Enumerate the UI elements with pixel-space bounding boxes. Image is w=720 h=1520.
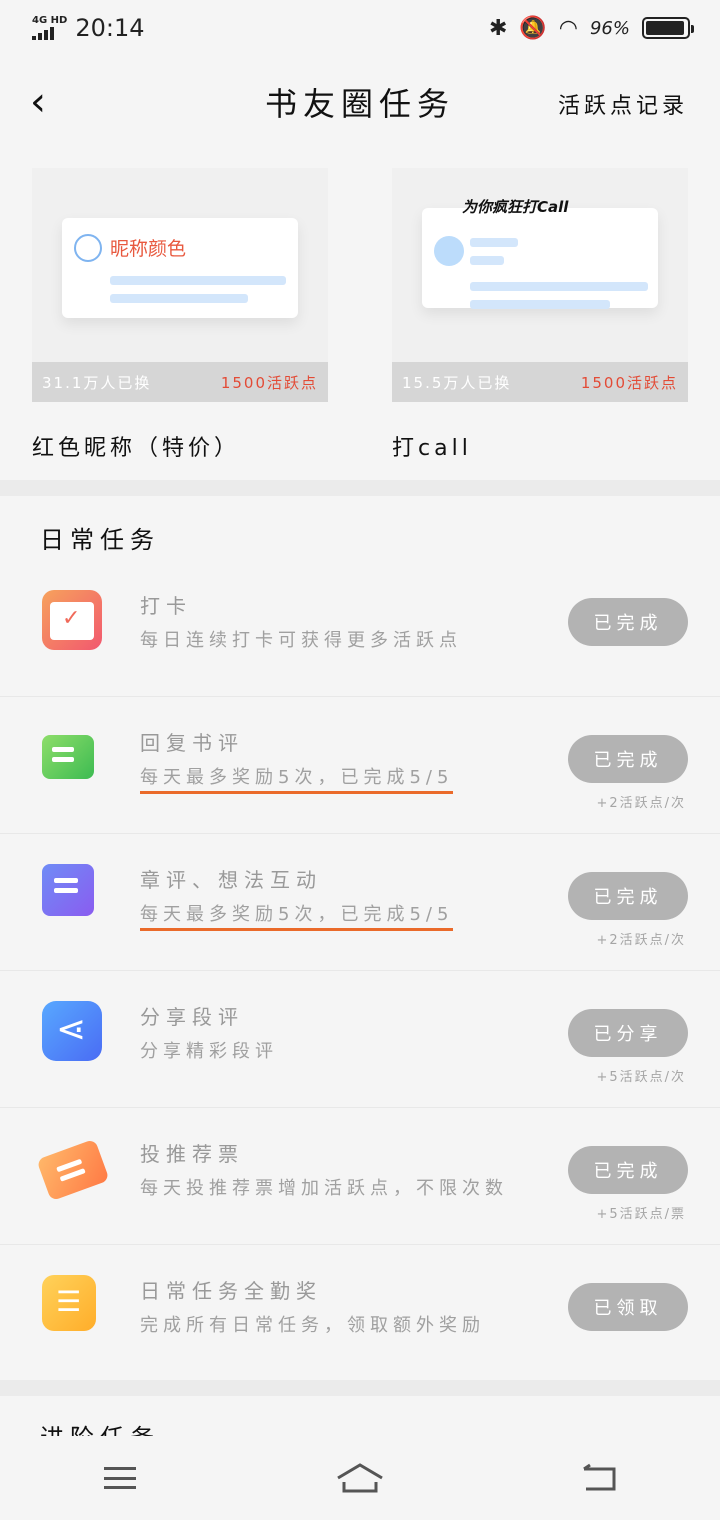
preview-nickname: 昵称颜色: [110, 238, 187, 260]
task-name: 投推荐票: [140, 1142, 244, 1166]
task-desc: 每日连续打卡可获得更多活跃点: [140, 630, 462, 651]
task-desc: 分享精彩段评: [140, 1041, 278, 1062]
reward-name: 打call: [392, 436, 472, 461]
status-bar: 4G HD 20:14 ✱ 🔕 ◠ 96%: [0, 0, 720, 56]
reward-preview: 昵称颜色 31.1万人已换 1500活跃点: [32, 168, 328, 402]
chat-icon: [42, 735, 94, 779]
network-indicator: 4G HD: [32, 16, 67, 40]
task-name: 日常任务全勤奖: [140, 1279, 322, 1303]
menu-icon: [104, 1467, 136, 1489]
return-icon: [583, 1463, 616, 1491]
task-bonus: +5活跃点/次: [596, 1070, 686, 1085]
task-status-button[interactable]: 已完成: [568, 872, 688, 920]
signal-icon: [32, 26, 67, 40]
task-checkin: 打卡 每日连续打卡可获得更多活跃点 已完成: [0, 560, 720, 697]
task-desc: 完成所有日常任务，领取额外奖励: [140, 1315, 485, 1336]
reward-list: 昵称颜色 31.1万人已换 1500活跃点 红色昵称（特价） 为你疯狂打Call…: [0, 144, 720, 480]
task-bonus: +2活跃点/次: [596, 933, 686, 948]
battery-percent: 96%: [589, 17, 630, 39]
divider: [0, 480, 720, 496]
task-status-button[interactable]: 已分享: [568, 1009, 688, 1057]
exchange-count: 15.5万人已换: [402, 373, 512, 392]
task-name: 回复书评: [140, 731, 244, 755]
task-desc: 每天最多奖励5次，已完成5/5: [140, 900, 454, 931]
home-icon: [337, 1463, 383, 1493]
task-reply-review: 回复书评 每天最多奖励5次，已完成5/5 已完成 +2活跃点/次: [0, 697, 720, 834]
preview-call-text: 为你疯狂打Call: [462, 198, 569, 216]
reward-card-red-nickname[interactable]: 昵称颜色 31.1万人已换 1500活跃点 红色昵称（特价）: [32, 168, 328, 462]
reward-preview: 为你疯狂打Call 15.5万人已换 1500活跃点: [392, 168, 688, 402]
task-share-comment: 分享段评 分享精彩段评 已分享 +5活跃点/次: [0, 971, 720, 1108]
divider: [0, 1380, 720, 1396]
task-status-button[interactable]: 已完成: [568, 1146, 688, 1194]
document-icon: [42, 864, 94, 916]
avatar-icon: [74, 234, 102, 262]
home-button[interactable]: [330, 1458, 390, 1498]
task-full-attendance: 日常任务全勤奖 完成所有日常任务，领取额外奖励 已领取: [0, 1245, 720, 1382]
menu-button[interactable]: [90, 1458, 150, 1498]
activity-record-link[interactable]: 活跃点记录: [558, 88, 688, 120]
reward-card-call[interactable]: 为你疯狂打Call 15.5万人已换 1500活跃点 打call: [392, 168, 688, 462]
mute-bell-icon: 🔕: [519, 15, 547, 41]
page-title: 书友圈任务: [264, 85, 455, 123]
header: ‹ 书友圈任务 活跃点记录: [0, 60, 720, 144]
list-icon: [42, 1275, 96, 1331]
points-cost: 1500活跃点: [580, 373, 678, 392]
section-title: 日常任务: [40, 526, 160, 554]
task-status-button[interactable]: 已完成: [568, 735, 688, 783]
task-desc: 每天投推荐票增加活跃点，不限次数: [140, 1178, 508, 1199]
reward-name: 红色昵称（特价）: [32, 436, 241, 461]
return-button[interactable]: [570, 1458, 630, 1498]
share-icon: [42, 1001, 102, 1061]
task-recommend-vote: 投推荐票 每天投推荐票增加活跃点，不限次数 已完成 +5活跃点/票: [0, 1108, 720, 1245]
battery-icon: [642, 17, 694, 39]
task-status-button[interactable]: 已领取: [568, 1283, 688, 1331]
task-bonus: +2活跃点/次: [596, 796, 686, 811]
task-comment-interact: 章评、想法互动 每天最多奖励5次，已完成5/5 已完成 +2活跃点/次: [0, 834, 720, 971]
bluetooth-icon: ✱: [488, 15, 508, 41]
points-cost: 1500活跃点: [220, 373, 318, 392]
clock: 20:14: [75, 14, 145, 42]
system-nav-bar: [0, 1436, 720, 1520]
task-status-button[interactable]: 已完成: [568, 598, 688, 646]
task-desc: 每天最多奖励5次，已完成5/5: [140, 763, 454, 794]
task-name: 分享段评: [140, 1005, 244, 1029]
avatar-icon: [434, 236, 464, 266]
task-bonus: +5活跃点/票: [596, 1207, 686, 1222]
back-button[interactable]: ‹: [30, 82, 46, 122]
task-name: 章评、想法互动: [140, 868, 322, 892]
exchange-count: 31.1万人已换: [42, 373, 152, 392]
network-label: 4G HD: [32, 15, 68, 26]
daily-tasks-section: 日常任务 打卡 每日连续打卡可获得更多活跃点 已完成 回复书评 每天最多奖励5次…: [0, 496, 720, 1380]
calendar-check-icon: [42, 590, 102, 650]
ticket-icon: [36, 1138, 110, 1202]
task-name: 打卡: [140, 594, 192, 618]
wifi-icon: ◠: [558, 15, 578, 41]
